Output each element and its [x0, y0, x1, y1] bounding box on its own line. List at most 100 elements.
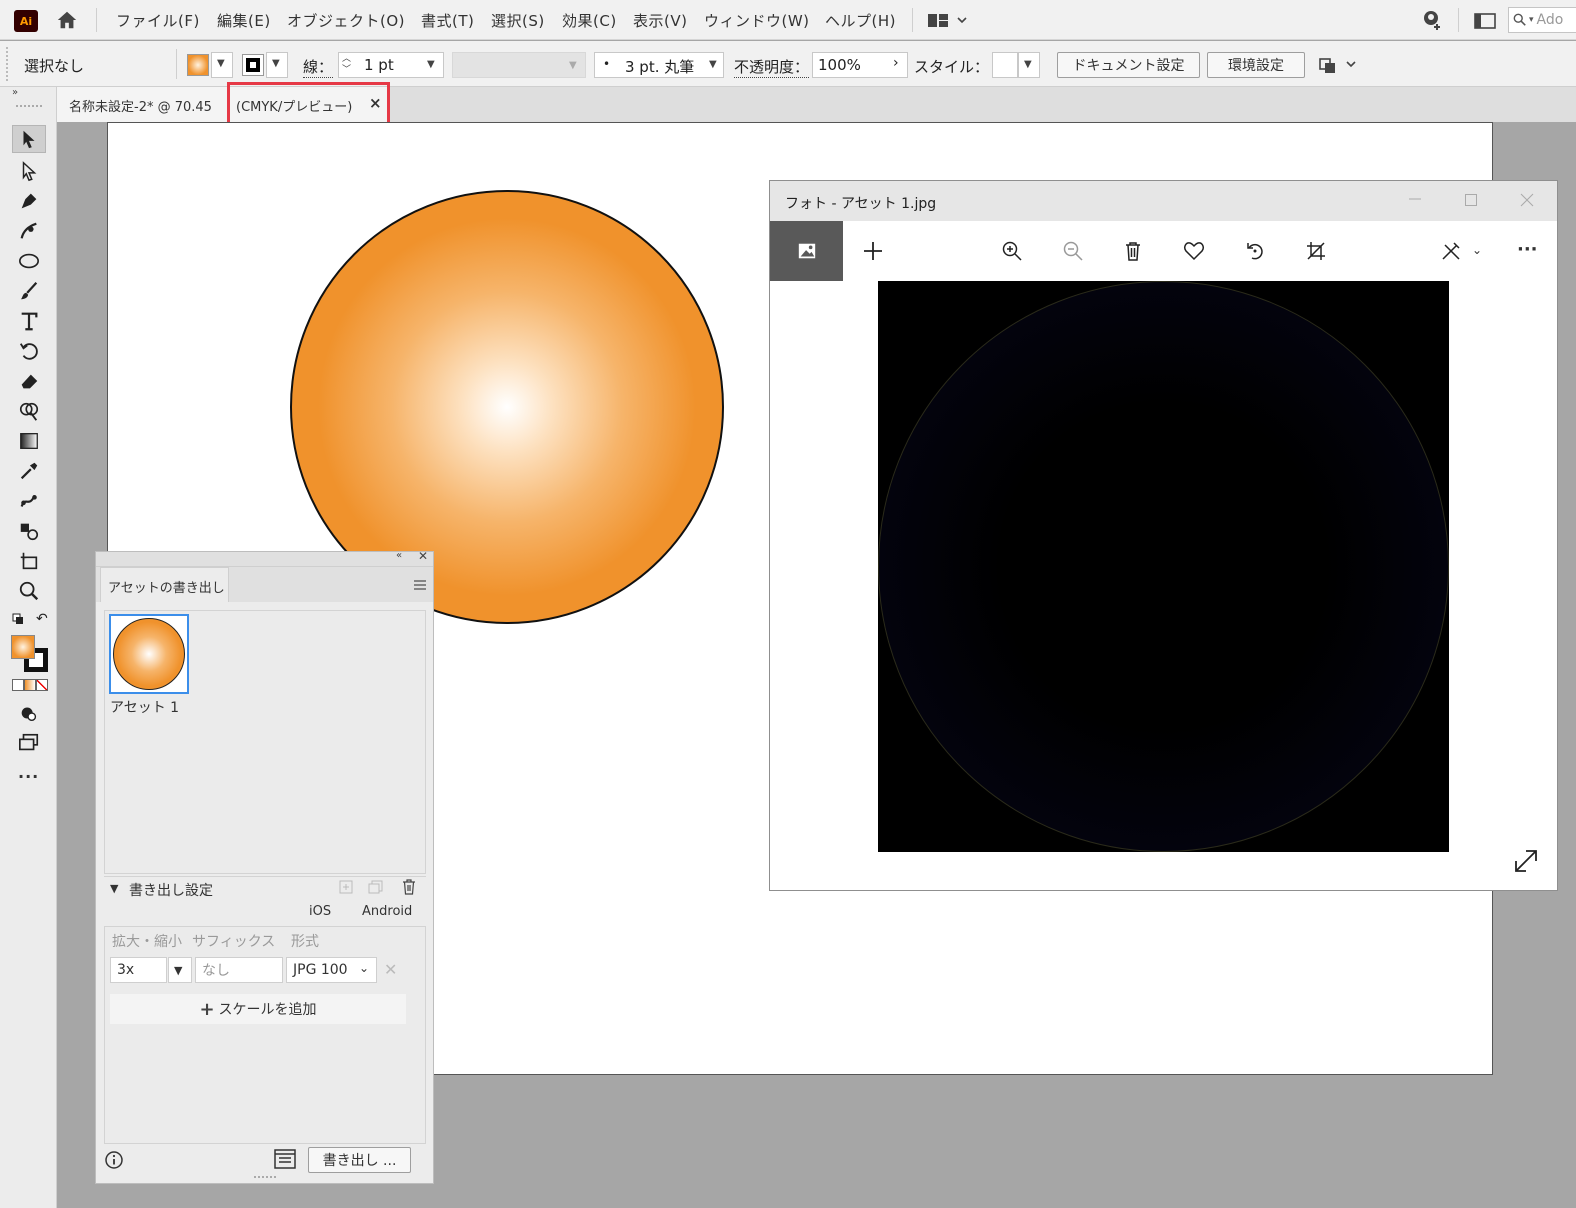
- stroke-weight-stepper[interactable]: ︿ ﹀ 1 pt ▼: [338, 52, 444, 78]
- asset-name[interactable]: アセット 1: [110, 697, 179, 717]
- opacity-field[interactable]: 100% ›: [812, 52, 908, 78]
- search-box[interactable]: ▾ Ado: [1508, 7, 1576, 33]
- panel-resize-grip[interactable]: [254, 1176, 276, 1180]
- close-window-icon[interactable]: [1520, 193, 1534, 207]
- zoom-out-icon[interactable]: [1059, 237, 1087, 265]
- export-settings-header[interactable]: ▼ 書き出し設定: [104, 876, 426, 900]
- more-tools-icon[interactable]: ···: [18, 767, 39, 786]
- minimize-icon[interactable]: [1408, 191, 1422, 205]
- menu-window[interactable]: ウィンドウ(W): [704, 10, 810, 31]
- export-settings-label: 書き出し設定: [129, 883, 213, 899]
- stroke-color-swatch[interactable]: [242, 54, 264, 76]
- add-icon[interactable]: [859, 237, 887, 265]
- menu-help[interactable]: ヘルプ(H): [825, 10, 896, 31]
- menu-select[interactable]: 選択(S): [491, 10, 545, 31]
- menu-effect[interactable]: 効果(C): [562, 10, 617, 31]
- chevron-right-icon[interactable]: ›: [893, 55, 899, 71]
- favorite-heart-icon[interactable]: [1180, 237, 1208, 265]
- add-asset-icon[interactable]: [339, 880, 353, 894]
- edit-draw-icon[interactable]: [1437, 237, 1465, 265]
- zoom-tool-icon[interactable]: [12, 577, 46, 605]
- fill-color-swatch[interactable]: [187, 54, 209, 76]
- default-colors-icon[interactable]: [12, 613, 24, 625]
- gradient-tool-icon[interactable]: [12, 427, 46, 455]
- duplicate-asset-icon[interactable]: [368, 880, 384, 894]
- ellipse-tool-icon[interactable]: [12, 247, 46, 275]
- chevron-down-icon[interactable]: ▼: [427, 59, 435, 70]
- zoom-in-icon[interactable]: [998, 237, 1026, 265]
- ios-preset[interactable]: iOS: [309, 904, 331, 919]
- type-tool-icon[interactable]: [12, 307, 46, 335]
- see-all-photos-button[interactable]: [770, 221, 843, 281]
- swap-colors-icon[interactable]: ↶: [36, 611, 48, 627]
- rotate-icon[interactable]: [1241, 237, 1269, 265]
- menu-edit[interactable]: 編集(E): [217, 10, 271, 31]
- opacity-label[interactable]: 不透明度：: [734, 56, 810, 78]
- photos-window-title: フォト - アセット 1.jpg: [785, 196, 937, 212]
- variable-width-dropdown: ▼: [452, 52, 586, 78]
- artboard-tool-icon[interactable]: [12, 547, 46, 575]
- graphic-style-swatch[interactable]: [992, 52, 1018, 78]
- menu-view[interactable]: 表示(V): [633, 10, 687, 31]
- stepper-arrows-icon[interactable]: ︿ ﹀: [342, 54, 351, 76]
- scale-input[interactable]: 3x: [110, 957, 167, 983]
- crop-icon[interactable]: [1302, 237, 1330, 265]
- scale-dropdown[interactable]: ▼: [168, 957, 192, 983]
- fill-swatch[interactable]: [11, 635, 35, 659]
- suffix-input[interactable]: なし: [195, 957, 283, 983]
- brush-dropdown[interactable]: • 3 pt. 丸筆 ▼: [594, 52, 724, 78]
- document-settings-button[interactable]: ドキュメント設定: [1057, 52, 1200, 78]
- export-button[interactable]: 書き出し ...: [308, 1147, 411, 1173]
- home-icon[interactable]: [54, 9, 80, 31]
- remove-scale-icon[interactable]: ✕: [384, 960, 397, 979]
- menu-type[interactable]: 書式(T): [421, 10, 474, 31]
- illustrator-logo: Ai: [14, 10, 38, 32]
- maximize-icon[interactable]: [1464, 193, 1478, 207]
- stroke-label[interactable]: 線：: [303, 56, 334, 78]
- draw-mode-icon[interactable]: [12, 699, 46, 727]
- eraser-tool-icon[interactable]: [12, 367, 46, 395]
- selection-tool-icon[interactable]: [12, 125, 46, 153]
- collapse-panel-icon[interactable]: «: [396, 550, 402, 561]
- delete-asset-icon[interactable]: [402, 879, 416, 895]
- info-icon[interactable]: [104, 1150, 124, 1170]
- android-preset[interactable]: Android: [362, 904, 412, 919]
- chevron-down-icon[interactable]: ⌄: [1472, 243, 1482, 257]
- scale-column-header: 拡大・縮小: [112, 934, 182, 950]
- asset-export-tab[interactable]: アセットの書き出し: [100, 567, 229, 602]
- panel-menu-icon[interactable]: [413, 579, 427, 591]
- direct-selection-tool-icon[interactable]: [12, 157, 46, 185]
- shape-builder-tool-icon[interactable]: [12, 397, 46, 425]
- learn-user-icon[interactable]: [1418, 9, 1444, 33]
- fill-dropdown[interactable]: ▼: [211, 52, 233, 78]
- paintbrush-tool-icon[interactable]: [12, 277, 46, 305]
- eyedropper-tool-icon[interactable]: [12, 457, 46, 485]
- format-dropdown[interactable]: JPG 100 ⌄: [286, 957, 377, 983]
- add-scale-button[interactable]: + スケールを追加: [110, 994, 406, 1024]
- curvature-tool-icon[interactable]: [12, 217, 46, 245]
- collapse-toolbar-icon[interactable]: »: [12, 87, 18, 98]
- close-panel-icon[interactable]: ✕: [418, 549, 428, 563]
- more-options-icon[interactable]: ···: [1517, 239, 1538, 260]
- chevron-down-icon: ▼: [272, 58, 280, 69]
- stroke-dropdown[interactable]: ▼: [266, 52, 288, 78]
- photo-canvas[interactable]: [878, 281, 1449, 852]
- screen-mode-icon[interactable]: [12, 729, 46, 757]
- workspace-switcher-icon[interactable]: [926, 12, 970, 30]
- symbol-sprayer-tool-icon[interactable]: [12, 517, 46, 545]
- pen-tool-icon[interactable]: [12, 187, 46, 215]
- rotate-tool-icon[interactable]: [12, 337, 46, 365]
- arrange-documents-icon[interactable]: [1474, 12, 1496, 30]
- menu-object[interactable]: オブジェクト(O): [287, 10, 405, 31]
- fullscreen-expand-icon[interactable]: [1512, 847, 1540, 875]
- delete-icon[interactable]: [1119, 237, 1147, 265]
- asset-thumbnail[interactable]: [109, 614, 189, 694]
- color-mode-icons[interactable]: [12, 679, 48, 691]
- export-list-icon[interactable]: [274, 1149, 296, 1169]
- puppet-warp-tool-icon[interactable]: [12, 487, 46, 515]
- menu-file[interactable]: ファイル(F): [116, 10, 200, 31]
- graphic-style-dropdown[interactable]: ▼: [1018, 52, 1040, 78]
- preferences-button[interactable]: 環境設定: [1207, 52, 1305, 78]
- arrange-icon[interactable]: [1317, 54, 1359, 76]
- photos-window: フォト - アセット 1.jpg ⌄ ···: [769, 180, 1558, 891]
